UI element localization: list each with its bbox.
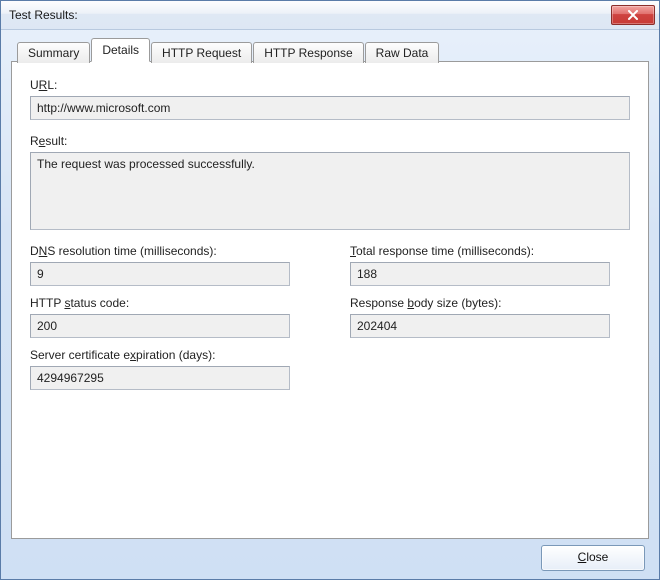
url-label: URL: [30, 78, 630, 92]
cert-label: Server certificate expiration (days): [30, 348, 310, 362]
window-title: Test Results: [9, 8, 611, 22]
tab-summary[interactable]: Summary [17, 42, 90, 63]
close-button[interactable]: Close [541, 545, 645, 571]
http-status-label: HTTP status code: [30, 296, 310, 310]
tab-raw-data[interactable]: Raw Data [365, 42, 440, 63]
tab-panel-details: URL: http://www.microsoft.com Result: Th… [11, 61, 649, 539]
button-bar: Close [11, 539, 649, 571]
result-label: Result: [30, 134, 630, 148]
http-status-value: 200 [30, 314, 290, 338]
close-icon [627, 10, 639, 20]
body-size-value: 202404 [350, 314, 610, 338]
tab-http-request[interactable]: HTTP Request [151, 42, 252, 63]
result-value: The request was processed successfully. [30, 152, 630, 230]
test-results-window: Test Results: Summary Details HTTP Reque… [0, 0, 660, 580]
titlebar[interactable]: Test Results: [1, 1, 659, 30]
cert-value: 4294967295 [30, 366, 290, 390]
client-area: Summary Details HTTP Request HTTP Respon… [1, 30, 659, 579]
window-close-button[interactable] [611, 5, 655, 25]
total-time-value: 188 [350, 262, 610, 286]
tab-details[interactable]: Details [91, 38, 150, 62]
url-value: http://www.microsoft.com [30, 96, 630, 120]
body-size-label: Response body size (bytes): [350, 296, 630, 310]
total-time-label: Total response time (milliseconds): [350, 244, 630, 258]
dns-value: 9 [30, 262, 290, 286]
tab-http-response[interactable]: HTTP Response [253, 42, 363, 63]
dns-label: DNS resolution time (milliseconds): [30, 244, 310, 258]
tabstrip: Summary Details HTTP Request HTTP Respon… [17, 40, 649, 62]
